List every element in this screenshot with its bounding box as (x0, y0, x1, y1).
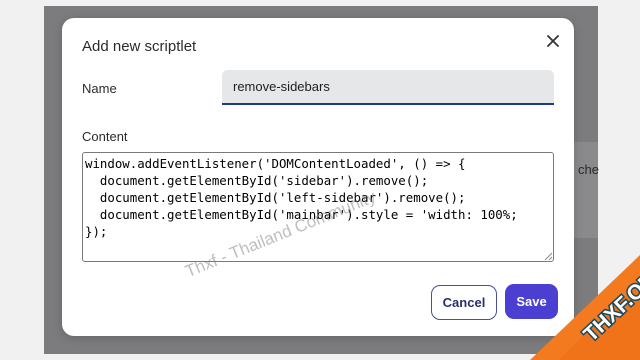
name-label: Name (82, 81, 117, 96)
name-input[interactable] (222, 70, 554, 105)
close-icon (547, 35, 559, 47)
background-text: che (578, 162, 599, 177)
cancel-button[interactable]: Cancel (431, 285, 497, 320)
content-textarea[interactable]: window.addEventListener('DOMContentLoade… (82, 152, 554, 262)
content-label: Content (82, 129, 128, 144)
dialog-title: Add new scriptlet (82, 38, 197, 55)
add-scriptlet-dialog: Add new scriptlet Name Content window.ad… (62, 18, 574, 336)
close-button[interactable] (540, 28, 566, 54)
thxf-logo: THXF.ORG (530, 255, 640, 360)
